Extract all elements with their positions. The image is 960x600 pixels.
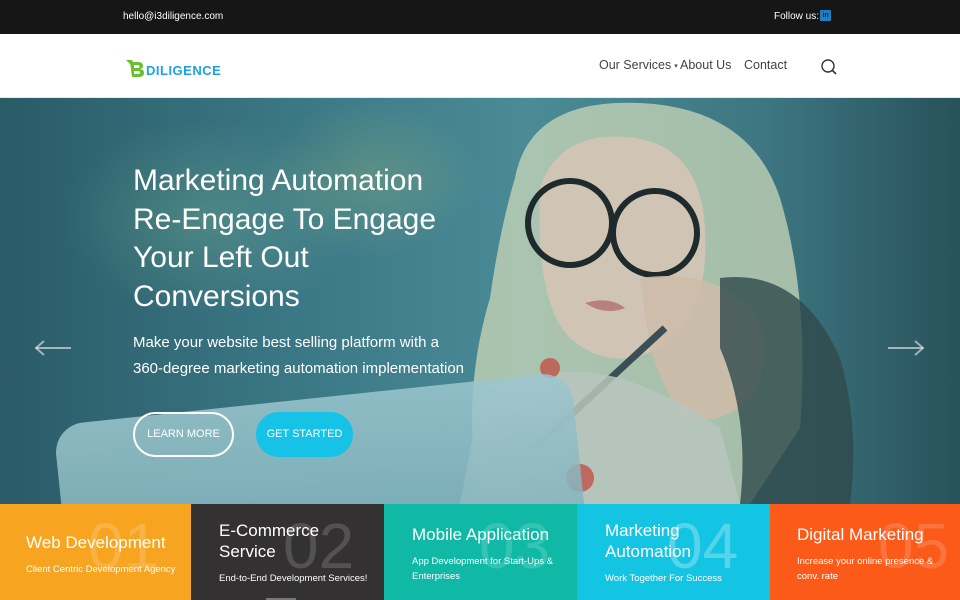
tile-title: Digital Marketing <box>797 525 924 544</box>
tile-description-line: Enterprises <box>412 571 461 582</box>
tile-description: Client Centric Development Agency <box>26 564 176 575</box>
hero-title-line: Re-Engage To Engage <box>133 202 437 236</box>
slider-next-arrow-icon[interactable] <box>886 338 926 358</box>
tile-title-line: Automation <box>605 542 691 561</box>
hero-subtitle-line: 360-degree marketing automation implemen… <box>133 360 465 377</box>
nav-contact[interactable]: Contact <box>744 58 787 72</box>
chevron-down-icon: ▾ <box>674 62 678 70</box>
tile-description-line: Increase your online presence & <box>797 556 934 567</box>
site-logo[interactable]: DILIGENCE <box>124 56 221 78</box>
learn-more-button[interactable]: LEARN MORE <box>133 412 234 457</box>
nav-our-services[interactable]: Our Services ▾ <box>599 58 678 72</box>
tile-title: Marketing Automation <box>605 520 691 562</box>
top-bar: hello@i3diligence.com Follow us: in <box>0 0 960 34</box>
hero-slider: Marketing Automation Re-Engage To Engage… <box>0 98 960 504</box>
hero-subtitle-line: Make your website best selling platform … <box>133 334 439 351</box>
service-tile-digital-marketing[interactable]: 05 Digital Marketing Increase your onlin… <box>770 504 960 600</box>
hero-title-line: Conversions <box>133 279 300 313</box>
tile-description-line: App Development for Start-Ups & <box>412 556 553 567</box>
tile-title: Mobile Application <box>412 525 550 544</box>
tile-description: App Development for Start-Ups & Enterpri… <box>412 554 553 584</box>
get-started-button[interactable]: GET STARTED <box>256 412 353 457</box>
logo-mark-icon <box>124 56 146 78</box>
tile-title-line: Marketing <box>605 521 680 540</box>
tile-description: End-to-End Development Services! <box>219 573 368 584</box>
logo-text: DILIGENCE <box>146 62 222 78</box>
tile-description-line: conv. rate <box>797 571 839 582</box>
nav-about-us[interactable]: About Us <box>680 58 731 72</box>
service-tile-mobile-application[interactable]: 03 Mobile Application App Development fo… <box>384 504 577 600</box>
service-tile-marketing-automation[interactable]: 04 Marketing Automation Work Together Fo… <box>577 504 770 600</box>
tile-title: E-Commerce Service <box>219 520 319 562</box>
hero-subtitle: Make your website best selling platform … <box>133 330 493 382</box>
slider-prev-arrow-icon[interactable] <box>33 338 73 358</box>
nav-our-services-label: Our Services <box>599 58 672 72</box>
service-tile-ecommerce[interactable]: 02 E-Commerce Service End-to-End Develop… <box>191 504 384 600</box>
linkedin-icon[interactable]: in <box>820 10 831 21</box>
hero-title: Marketing Automation Re-Engage To Engage… <box>133 162 493 316</box>
hero-title-line: Your Left Out <box>133 241 309 274</box>
tile-title: Web Development <box>26 533 166 552</box>
contact-email-link[interactable]: hello@i3diligence.com <box>123 11 223 22</box>
search-icon[interactable] <box>820 58 838 76</box>
site-header: DILIGENCE Our Services ▾ About Us Contact <box>0 34 960 98</box>
service-tile-web-development[interactable]: 01 Web Development Client Centric Develo… <box>0 504 191 600</box>
service-tiles: 01 Web Development Client Centric Develo… <box>0 504 960 600</box>
tile-title-line: E-Commerce <box>219 521 320 540</box>
tile-title-line: Service <box>219 542 276 561</box>
tile-description: Increase your online presence & conv. ra… <box>797 554 933 584</box>
hero-title-line: Marketing Automation <box>133 164 424 197</box>
tile-description: Work Together For Success <box>605 573 722 584</box>
follow-us-label: Follow us: <box>774 11 820 22</box>
